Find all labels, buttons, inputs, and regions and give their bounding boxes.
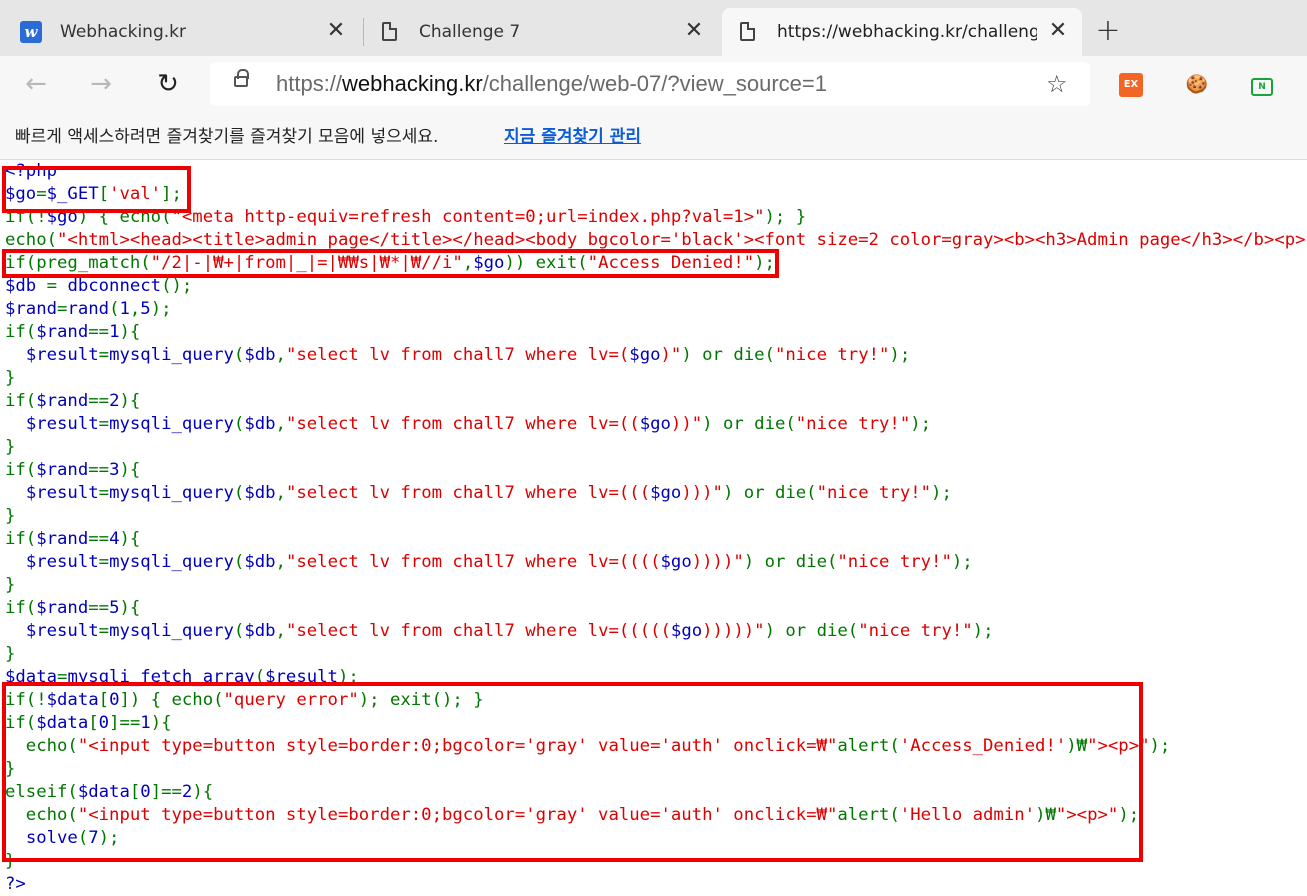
highlight-box-preg-match bbox=[2, 249, 779, 278]
code-line: } bbox=[5, 368, 16, 388]
code-line: $go=$_GET['val']; bbox=[5, 184, 182, 204]
browser-toolbar: ← → ↻ https://webhacking.kr/challenge/we… bbox=[0, 56, 1307, 112]
code-line: if($rand==5){ bbox=[5, 598, 141, 618]
code-line: $rand=rand(1,5); bbox=[5, 299, 172, 319]
highlight-box-result bbox=[2, 682, 1143, 862]
tab-challenge-7[interactable]: Challenge 7 ✕ bbox=[364, 8, 718, 56]
close-icon[interactable]: ✕ bbox=[326, 20, 346, 42]
code-line: $db = dbconnect(); bbox=[5, 276, 193, 296]
tab-strip: w Webhacking.kr ✕ Challenge 7 ✕ https://… bbox=[0, 0, 1307, 56]
highlight-box-go bbox=[2, 166, 191, 213]
code-line: if($rand==2){ bbox=[5, 391, 141, 411]
url-prefix: https:// bbox=[276, 71, 343, 96]
back-icon[interactable]: ← bbox=[20, 68, 52, 100]
refresh-icon[interactable]: ↻ bbox=[152, 68, 184, 100]
code-line: $result=mysqli_query($db,"select lv from… bbox=[25, 345, 911, 365]
manage-favorites-link[interactable]: 지금 즐겨찾기 관리 bbox=[504, 122, 641, 147]
code-line: if($rand==4){ bbox=[5, 529, 141, 549]
code-line: ?> bbox=[5, 874, 26, 894]
tab-view-source[interactable]: https://webhacking.kr/challenge/ ✕ bbox=[722, 8, 1082, 56]
favorites-message: 빠르게 액세스하려면 즐겨찾기를 즐겨찾기 모음에 넣으세요. bbox=[15, 127, 439, 147]
forward-icon[interactable]: → bbox=[85, 68, 117, 100]
tab-title: https://webhacking.kr/challenge/ bbox=[777, 22, 1037, 42]
lock-icon[interactable] bbox=[234, 69, 249, 87]
code-line: <?php bbox=[5, 161, 58, 181]
code-line: $result=mysqli_query($db,"select lv from… bbox=[25, 414, 932, 434]
code-line: } bbox=[5, 575, 16, 595]
code-line: $result=mysqli_query($db,"select lv from… bbox=[25, 483, 952, 503]
address-bar[interactable]: https://webhacking.kr/challenge/web-07/?… bbox=[210, 62, 1090, 106]
code-line: } bbox=[5, 506, 16, 526]
code-line: if($rand==3){ bbox=[5, 460, 141, 480]
cookie-extension-icon[interactable]: 🍪 bbox=[1185, 73, 1209, 97]
close-icon[interactable]: ✕ bbox=[1048, 20, 1068, 42]
code-line: } bbox=[5, 644, 16, 664]
tab-title: Challenge 7 bbox=[419, 22, 521, 42]
webhacking-favicon-icon: w bbox=[20, 21, 42, 43]
tab-webhacking[interactable]: w Webhacking.kr ✕ bbox=[0, 8, 360, 56]
favorites-bar: 빠르게 액세스하려면 즐겨찾기를 즐겨찾기 모음에 넣으세요. 지금 즐겨찾기 … bbox=[0, 112, 1307, 160]
code-line: } bbox=[5, 437, 16, 457]
code-line: if(!$go) { echo("<meta http-equiv=refres… bbox=[5, 207, 807, 227]
close-icon[interactable]: ✕ bbox=[684, 20, 704, 42]
document-icon bbox=[382, 22, 397, 41]
code-line: $result=mysqli_query($db,"select lv from… bbox=[25, 621, 994, 641]
code-line: if($rand==1){ bbox=[5, 322, 141, 342]
document-icon bbox=[740, 22, 755, 41]
code-line: $result=mysqli_query($db,"select lv from… bbox=[25, 552, 973, 572]
new-tab-icon[interactable]: + bbox=[1094, 16, 1122, 46]
url-text: https://webhacking.kr/challenge/web-07/?… bbox=[276, 71, 827, 97]
tab-title: Webhacking.kr bbox=[60, 22, 186, 42]
url-host: webhacking.kr bbox=[342, 71, 483, 96]
add-favorite-icon[interactable]: ☆ bbox=[1046, 70, 1068, 98]
url-path: /challenge/web-07/?view_source=1 bbox=[482, 71, 827, 96]
ex-extension-icon[interactable]: EX bbox=[1119, 73, 1143, 97]
n-extension-icon[interactable]: N bbox=[1251, 78, 1273, 96]
